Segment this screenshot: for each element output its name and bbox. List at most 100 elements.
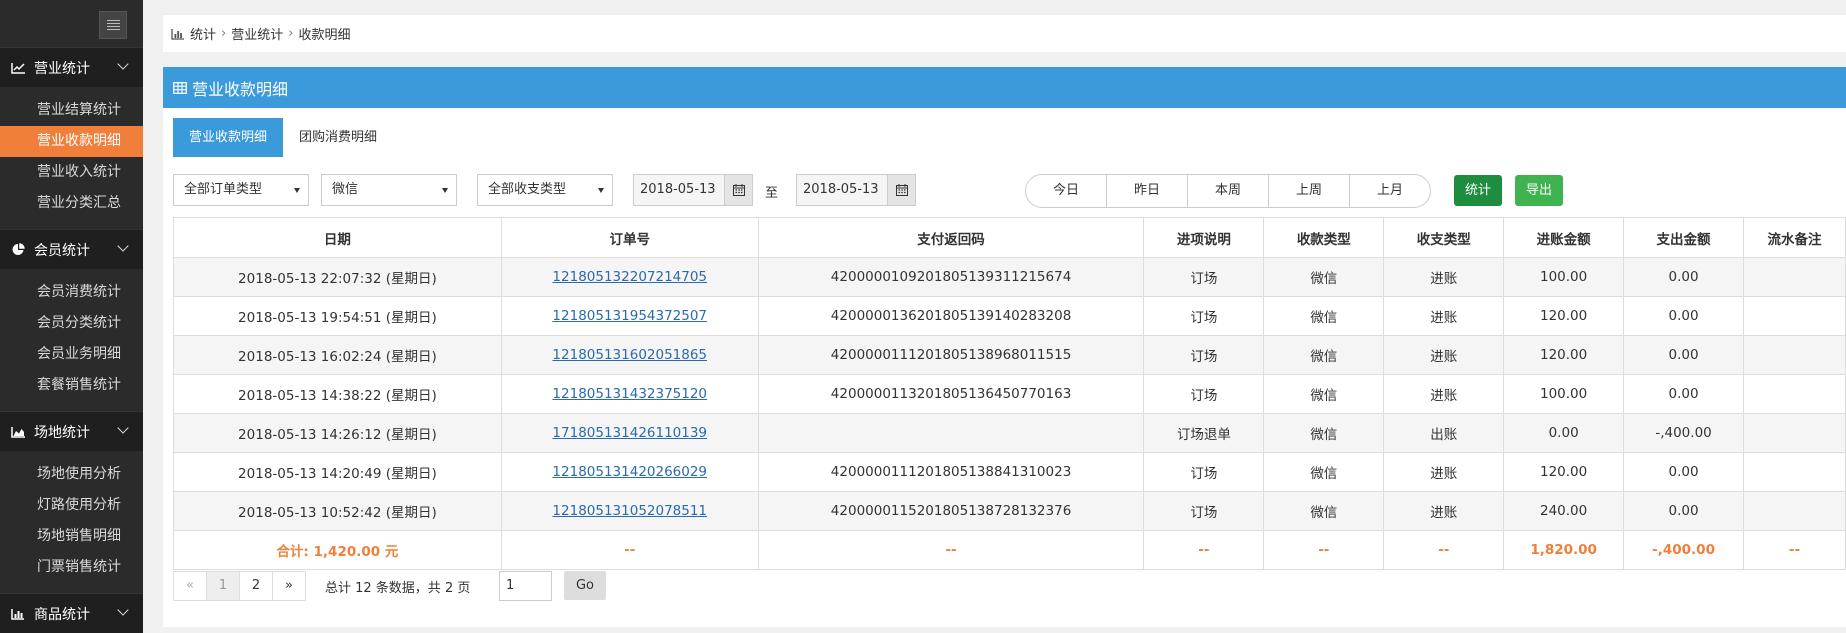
cell-flow-type: 进账 — [1383, 374, 1505, 414]
filter-bar: 全部订单类型 微信 全部收支类型 2018-05-13 至 2018-05-13… — [173, 174, 1843, 208]
total-income: 1,820.00 — [1503, 530, 1625, 570]
caret-down-icon — [442, 188, 448, 193]
col-header-flow-type[interactable]: 收支类型 — [1383, 217, 1505, 258]
sidebar-section-title: 会员统计 — [34, 242, 90, 259]
sidebar-section-venue[interactable]: 场地统计 — [0, 411, 143, 451]
cell-pay-code: 4200000136201805139140283208 — [757, 296, 1145, 336]
sidebar-item-income[interactable]: 营业收入统计 — [0, 157, 143, 188]
calendar-icon[interactable] — [724, 175, 752, 205]
table-row: 2018-05-13 14:20:49 (星期日) 12180513142026… — [173, 452, 1846, 492]
cell-pay-code: 4200000111201805138841310023 — [757, 452, 1145, 492]
order-link[interactable]: 171805131426110139 — [500, 413, 759, 453]
sidebar-item-venue-sales[interactable]: 场地销售明细 — [0, 521, 143, 552]
col-header-pay-type[interactable]: 收款类型 — [1263, 217, 1385, 258]
pay-method-select[interactable]: 微信 — [321, 174, 457, 206]
menu-toggle-icon[interactable] — [99, 11, 127, 39]
pagination: « 1 2 » — [173, 571, 306, 601]
cell-income-desc: 订场 — [1143, 452, 1265, 492]
cell-income-amount: 240.00 — [1503, 491, 1625, 531]
sidebar-item-ticket-sales[interactable]: 门票销售统计 — [0, 552, 143, 583]
sidebar-item-settlement[interactable]: 营业结算统计 — [0, 95, 143, 126]
flow-type-value: 全部收支类型 — [488, 182, 567, 197]
to-label: 至 — [765, 186, 779, 201]
col-header-expense-amount[interactable]: 支出金额 — [1623, 217, 1745, 258]
order-link[interactable]: 121805131602051865 — [500, 335, 759, 375]
quick-today-button[interactable]: 今日 — [1026, 175, 1107, 207]
breadcrumb-item[interactable]: 营业统计 — [231, 24, 283, 43]
cell-income-amount: 0.00 — [1503, 413, 1625, 453]
breadcrumb-separator: › — [288, 26, 294, 41]
cell-expense-amount: 0.00 — [1623, 374, 1745, 414]
quick-this-week-button[interactable]: 本周 — [1188, 175, 1269, 207]
cell-expense-amount: 0.00 — [1623, 257, 1745, 297]
table-icon — [173, 81, 187, 94]
sidebar-item-package-sales[interactable]: 套餐销售统计 — [0, 370, 143, 401]
cell-pay-code: 4200000109201805139311215674 — [757, 257, 1145, 297]
date-to-input[interactable]: 2018-05-13 — [796, 174, 916, 206]
prev-page-button[interactable]: « — [174, 572, 207, 600]
cell-income-amount: 120.00 — [1503, 296, 1625, 336]
export-button[interactable]: 导出 — [1515, 175, 1563, 206]
order-link[interactable]: 121805131052078511 — [500, 491, 759, 531]
cell-flow-type: 出账 — [1383, 413, 1505, 453]
receipts-table: 日期 订单号 支付返回码 进项说明 收款类型 收支类型 进账金额 支出金额 流水… — [173, 217, 1846, 570]
sidebar-item-venue-usage[interactable]: 场地使用分析 — [0, 459, 143, 490]
pay-method-value: 微信 — [332, 182, 359, 197]
col-header-income-desc[interactable]: 进项说明 — [1143, 217, 1265, 258]
date-to-value: 2018-05-13 — [803, 182, 879, 197]
col-header-pay-code[interactable]: 支付返回码 — [757, 217, 1145, 258]
sidebar-section-business[interactable]: 营业统计 — [0, 47, 143, 87]
total-cell: -- — [1743, 530, 1846, 570]
sidebar-item-light-usage[interactable]: 灯路使用分析 — [0, 490, 143, 521]
order-link[interactable]: 121805132207214705 — [500, 257, 759, 297]
sidebar-item-member-consume[interactable]: 会员消费统计 — [0, 277, 143, 308]
tab-receipts[interactable]: 营业收款明细 — [173, 118, 284, 157]
total-cell: -- — [500, 530, 759, 570]
order-link[interactable]: 121805131432375120 — [500, 374, 759, 414]
table-row: 2018-05-13 14:38:22 (星期日) 12180513143237… — [173, 374, 1846, 414]
cell-date: 2018-05-13 19:54:51 (星期日) — [173, 296, 502, 336]
cell-flow-type: 进账 — [1383, 296, 1505, 336]
cell-income-amount: 100.00 — [1503, 257, 1625, 297]
quick-last-month-button[interactable]: 上月 — [1350, 175, 1430, 207]
pie-chart-icon — [10, 243, 26, 257]
sidebar-section-member[interactable]: 会员统计 — [0, 229, 143, 269]
panel-title: 营业收款明细 — [192, 79, 289, 99]
date-from-input[interactable]: 2018-05-13 — [633, 174, 753, 206]
quick-last-week-button[interactable]: 上周 — [1269, 175, 1350, 207]
cell-date: 2018-05-13 14:38:22 (星期日) — [173, 374, 502, 414]
stat-button[interactable]: 统计 — [1454, 175, 1502, 206]
calendar-icon[interactable] — [887, 175, 915, 205]
col-header-remark[interactable]: 流水备注 — [1743, 217, 1846, 258]
page-jump-input[interactable]: 1 — [499, 571, 552, 601]
order-type-value: 全部订单类型 — [184, 182, 263, 197]
breadcrumb-item[interactable]: 统计 — [190, 24, 216, 43]
go-button[interactable]: Go — [564, 571, 606, 600]
breadcrumb: 统计 › 营业统计 › 收款明细 — [163, 15, 1846, 52]
sidebar-item-category[interactable]: 营业分类汇总 — [0, 188, 143, 219]
chevron-down-icon — [117, 240, 129, 252]
sidebar-item-member-business[interactable]: 会员业务明细 — [0, 339, 143, 370]
cell-flow-type: 进账 — [1383, 491, 1505, 531]
sidebar-item-member-category[interactable]: 会员分类统计 — [0, 308, 143, 339]
main-panel: 营业收款明细 营业收款明细 团购消费明细 全部订单类型 微信 全部收支类型 20… — [163, 67, 1846, 627]
col-header-income-amount[interactable]: 进账金额 — [1503, 217, 1625, 258]
page-button-1[interactable]: 1 — [207, 572, 240, 600]
total-cell: -- — [1383, 530, 1505, 570]
sidebar-item-receipts[interactable]: 营业收款明细 — [0, 126, 143, 157]
page-button-2[interactable]: 2 — [240, 572, 273, 600]
quick-yesterday-button[interactable]: 昨日 — [1107, 175, 1188, 207]
table-row: 2018-05-13 19:54:51 (星期日) 12180513195437… — [173, 296, 1846, 336]
sidebar-items-member: 会员消费统计 会员分类统计 会员业务明细 套餐销售统计 — [0, 269, 143, 411]
flow-type-select[interactable]: 全部收支类型 — [477, 174, 613, 206]
col-header-order-no[interactable]: 订单号 — [500, 217, 759, 258]
tab-groupon[interactable]: 团购消费明细 — [283, 118, 393, 157]
col-header-date[interactable]: 日期 — [173, 217, 502, 258]
line-chart-icon — [10, 61, 26, 75]
next-page-button[interactable]: » — [273, 572, 305, 600]
sidebar: 营业统计 营业结算统计 营业收款明细 营业收入统计 营业分类汇总 会员统计 会员… — [0, 0, 144, 633]
order-type-select[interactable]: 全部订单类型 — [173, 174, 309, 206]
order-link[interactable]: 121805131420266029 — [500, 452, 759, 492]
sidebar-section-goods[interactable]: 商品统计 — [0, 593, 143, 633]
order-link[interactable]: 121805131954372507 — [500, 296, 759, 336]
